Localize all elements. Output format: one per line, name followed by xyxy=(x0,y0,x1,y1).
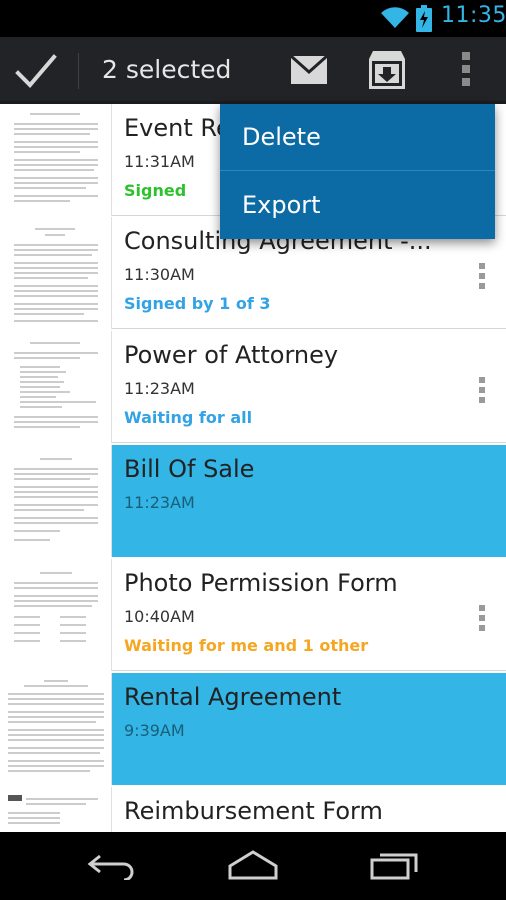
list-item[interactable]: Power of Attorney 11:23AM Waiting for al… xyxy=(0,331,506,443)
battery-icon xyxy=(416,5,432,32)
navigation-bar xyxy=(0,832,506,900)
list-item-content[interactable]: Power of Attorney 11:23AM Waiting for al… xyxy=(112,331,506,443)
menu-item-delete[interactable]: Delete xyxy=(220,104,495,171)
overflow-popup-menu: Delete Export xyxy=(220,104,495,239)
list-item-content[interactable]: Bill Of Sale 11:23AM xyxy=(112,445,506,557)
document-thumbnail xyxy=(0,787,112,832)
contextual-action-bar: 2 selected xyxy=(0,37,506,104)
document-status: Signed by 1 of 3 xyxy=(124,294,271,313)
action-bar-divider xyxy=(78,53,79,89)
check-icon[interactable] xyxy=(14,51,58,91)
document-title: Power of Attorney xyxy=(124,341,339,369)
document-title: Reimbursement Form xyxy=(124,797,383,825)
list-item[interactable]: Reimbursement Form xyxy=(0,787,506,832)
status-bar: 11:35 xyxy=(0,0,506,37)
document-time: 9:39AM xyxy=(124,721,185,740)
clock: 11:35 xyxy=(441,3,506,28)
document-thumbnail xyxy=(0,559,112,671)
document-thumbnail xyxy=(0,445,112,557)
document-thumbnail xyxy=(0,217,112,329)
document-thumbnail xyxy=(0,104,112,216)
overflow-icon[interactable] xyxy=(478,377,486,403)
list-item[interactable]: Rental Agreement 9:39AM xyxy=(0,673,506,785)
recents-icon[interactable] xyxy=(370,850,420,880)
overflow-icon[interactable] xyxy=(478,263,486,289)
wifi-icon xyxy=(381,7,409,29)
document-status: Signed xyxy=(124,181,187,200)
back-icon[interactable] xyxy=(86,850,138,880)
mail-icon[interactable] xyxy=(291,56,327,84)
menu-item-export[interactable]: Export xyxy=(220,172,495,239)
document-time: 10:40AM xyxy=(124,607,195,626)
list-item-content[interactable]: Reimbursement Form xyxy=(112,787,506,832)
document-thumbnail xyxy=(0,331,112,443)
document-title: Photo Permission Form xyxy=(124,569,398,597)
document-time: 11:23AM xyxy=(124,379,195,398)
list-item[interactable]: Bill Of Sale 11:23AM xyxy=(0,445,506,557)
document-status: Waiting for all xyxy=(124,408,253,427)
selection-count: 2 selected xyxy=(102,55,232,84)
list-item-content[interactable]: Photo Permission Form 10:40AM Waiting fo… xyxy=(112,559,506,671)
list-item-content[interactable]: Rental Agreement 9:39AM xyxy=(112,673,506,785)
home-icon[interactable] xyxy=(226,850,280,880)
document-time: 11:31AM xyxy=(124,152,195,171)
list-item[interactable]: Photo Permission Form 10:40AM Waiting fo… xyxy=(0,559,506,671)
document-thumbnail xyxy=(0,673,112,785)
overflow-icon[interactable] xyxy=(478,605,486,631)
document-title: Rental Agreement xyxy=(124,683,342,711)
document-title: Bill Of Sale xyxy=(124,455,255,483)
document-time: 11:23AM xyxy=(124,493,195,512)
overflow-icon[interactable] xyxy=(459,51,473,87)
document-time: 11:30AM xyxy=(124,265,195,284)
document-title: Event Re xyxy=(124,114,231,142)
document-status: Waiting for me and 1 other xyxy=(124,636,369,655)
archive-icon[interactable] xyxy=(369,51,405,89)
